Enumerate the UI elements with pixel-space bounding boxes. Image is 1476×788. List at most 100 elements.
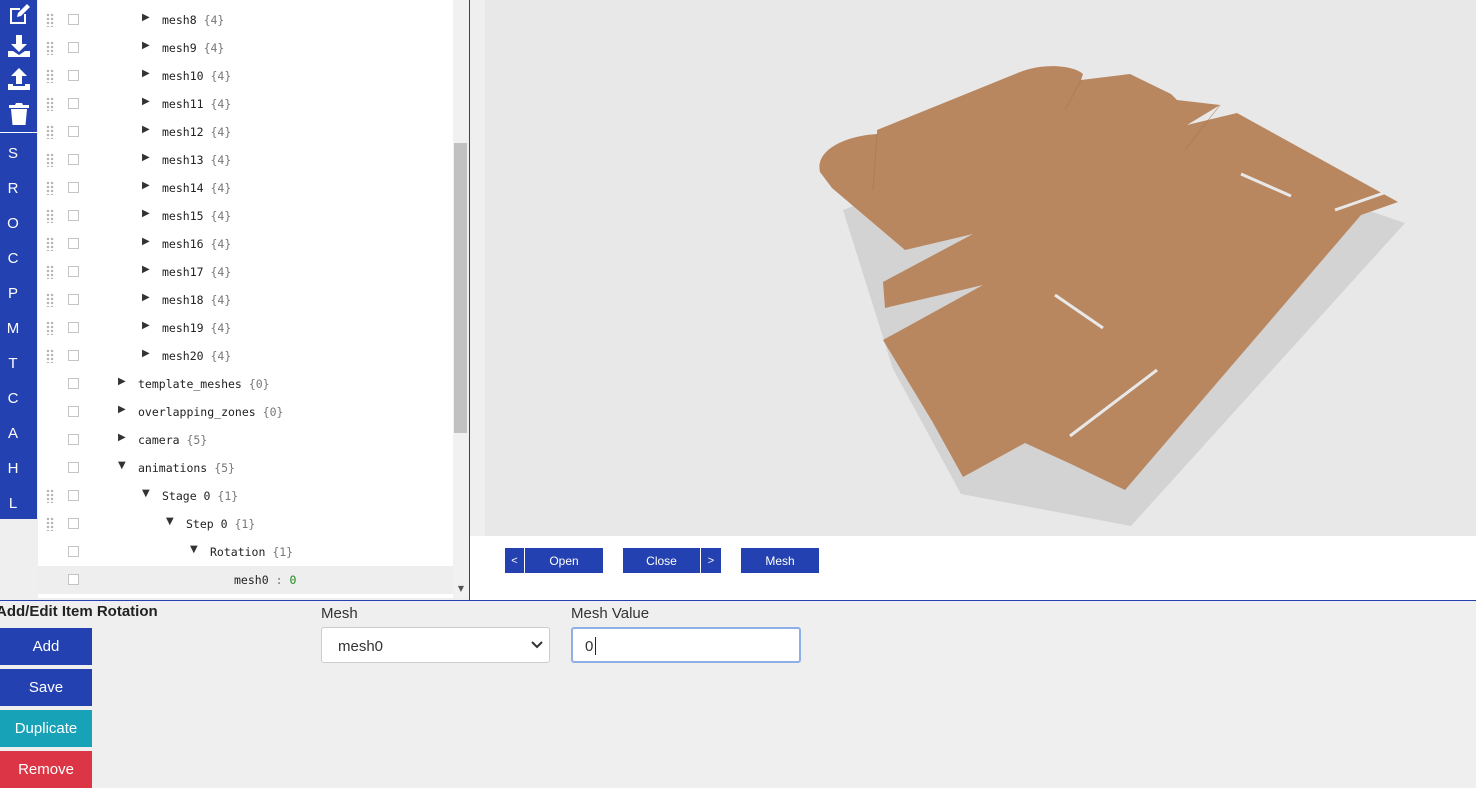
tree-row[interactable]: ▶ mesh18 {4} <box>38 286 453 314</box>
tree-row[interactable]: ▶ mesh15 {4} <box>38 202 453 230</box>
expand-arrow-icon[interactable]: ▶ <box>118 432 126 443</box>
remove-button[interactable]: Remove <box>0 751 92 788</box>
trash-icon[interactable] <box>0 99 37 129</box>
expand-arrow-icon[interactable]: ▶ <box>142 124 150 135</box>
prev-stage-button[interactable]: < <box>505 548 525 573</box>
expand-arrow-icon[interactable]: ▶ <box>142 320 150 331</box>
upload-icon[interactable] <box>0 64 37 94</box>
tree-row[interactable]: ▶ overlapping_zones {0} <box>38 398 453 426</box>
scroll-down-arrow-icon[interactable]: ▼ <box>453 582 469 596</box>
tree-row[interactable]: ▶ mesh19 {4} <box>38 314 453 342</box>
drag-handle-icon[interactable] <box>46 321 54 335</box>
tree-checkbox[interactable] <box>68 154 79 165</box>
scrollbar-thumb[interactable] <box>454 143 467 433</box>
tree-checkbox[interactable] <box>68 126 79 137</box>
expand-arrow-icon[interactable]: ▶ <box>142 68 150 79</box>
drag-handle-icon[interactable] <box>46 517 54 531</box>
tree-checkbox[interactable] <box>68 238 79 249</box>
tree-checkbox[interactable] <box>68 14 79 25</box>
tree-row[interactable]: ▶ mesh12 {4} <box>38 118 453 146</box>
tree-row[interactable]: ▶ mesh20 {4} <box>38 342 453 370</box>
drag-handle-icon[interactable] <box>46 69 54 83</box>
tree-checkbox[interactable] <box>68 98 79 109</box>
close-button[interactable]: Close <box>623 548 701 573</box>
drag-handle-icon[interactable] <box>46 153 54 167</box>
tree-checkbox[interactable] <box>68 462 79 473</box>
tree-row-selected[interactable]: mesh0 : 0 <box>38 566 453 594</box>
collapse-arrow-icon[interactable]: ▼ <box>166 516 174 527</box>
open-button[interactable]: Open <box>525 548 603 573</box>
expand-arrow-icon[interactable]: ▶ <box>142 152 150 163</box>
collapse-arrow-icon[interactable]: ▼ <box>118 460 126 471</box>
rail-letter-l[interactable]: L <box>0 495 26 512</box>
expand-arrow-icon[interactable]: ▶ <box>142 292 150 303</box>
tree-row[interactable]: ▶ mesh10 {4} <box>38 62 453 90</box>
drag-handle-icon[interactable] <box>46 125 54 139</box>
expand-arrow-icon[interactable]: ▶ <box>142 208 150 219</box>
rail-letter-c2[interactable]: C <box>0 390 26 407</box>
tree-row[interactable]: ▼ Step 0 {1} <box>38 510 453 538</box>
tree-row[interactable]: ▶ camera {5} <box>38 426 453 454</box>
drag-handle-icon[interactable] <box>46 489 54 503</box>
tree-checkbox[interactable] <box>68 378 79 389</box>
tree-row[interactable]: ▶ mesh9 {4} <box>38 34 453 62</box>
rail-letter-h[interactable]: H <box>0 460 26 477</box>
drag-handle-icon[interactable] <box>46 293 54 307</box>
3d-viewport[interactable] <box>485 0 1476 536</box>
mesh-value-input[interactable]: 0 <box>571 627 801 663</box>
tree-row[interactable]: ▶ mesh14 {4} <box>38 174 453 202</box>
drag-handle-icon[interactable] <box>46 265 54 279</box>
rail-letter-m[interactable]: M <box>0 320 26 337</box>
expand-arrow-icon[interactable]: ▶ <box>142 40 150 51</box>
tree-checkbox[interactable] <box>68 574 79 585</box>
tree-checkbox[interactable] <box>68 322 79 333</box>
tree-row[interactable]: ▼ Rotation {1} <box>38 538 453 566</box>
tree-row[interactable]: ▶ mesh16 {4} <box>38 230 453 258</box>
download-icon[interactable] <box>0 31 37 61</box>
mesh-select[interactable]: mesh0 <box>321 627 550 663</box>
expand-arrow-icon[interactable]: ▶ <box>142 236 150 247</box>
duplicate-button[interactable]: Duplicate <box>0 710 92 747</box>
expand-arrow-icon[interactable]: ▶ <box>142 96 150 107</box>
expand-arrow-icon[interactable]: ▶ <box>142 12 150 23</box>
drag-handle-icon[interactable] <box>46 41 54 55</box>
next-stage-button[interactable]: > <box>701 548 721 573</box>
tree-checkbox[interactable] <box>68 350 79 361</box>
collapse-arrow-icon[interactable]: ▼ <box>142 488 150 499</box>
expand-arrow-icon[interactable]: ▶ <box>118 376 126 387</box>
expand-arrow-icon[interactable]: ▶ <box>142 180 150 191</box>
tree-checkbox[interactable] <box>68 266 79 277</box>
tree-checkbox[interactable] <box>68 434 79 445</box>
tree-row[interactable]: ▶ mesh11 {4} <box>38 90 453 118</box>
tree-row[interactable]: ▶ mesh13 {4} <box>38 146 453 174</box>
tree-checkbox[interactable] <box>68 182 79 193</box>
tree-checkbox[interactable] <box>68 294 79 305</box>
rail-letter-o[interactable]: O <box>0 215 26 232</box>
tree-row[interactable]: ▶ mesh17 {4} <box>38 258 453 286</box>
rail-letter-a[interactable]: A <box>0 425 26 442</box>
drag-handle-icon[interactable] <box>46 181 54 195</box>
expand-arrow-icon[interactable]: ▶ <box>118 404 126 415</box>
tree-scrollbar[interactable]: ▼ <box>453 0 469 598</box>
tree-row[interactable]: ▶ mesh8 {4} <box>38 6 453 34</box>
rail-letter-r[interactable]: R <box>0 180 26 197</box>
tree-row[interactable]: ▼ animations {5} <box>38 454 453 482</box>
collapse-arrow-icon[interactable]: ▼ <box>190 544 198 555</box>
save-button[interactable]: Save <box>0 669 92 706</box>
edit-icon[interactable] <box>0 0 37 30</box>
tree-checkbox[interactable] <box>68 518 79 529</box>
rail-letter-c[interactable]: C <box>0 250 26 267</box>
tree-checkbox[interactable] <box>68 406 79 417</box>
expand-arrow-icon[interactable]: ▶ <box>142 348 150 359</box>
tree-checkbox[interactable] <box>68 490 79 501</box>
tree-checkbox[interactable] <box>68 210 79 221</box>
drag-handle-icon[interactable] <box>46 13 54 27</box>
tree-checkbox[interactable] <box>68 546 79 557</box>
drag-handle-icon[interactable] <box>46 97 54 111</box>
drag-handle-icon[interactable] <box>46 237 54 251</box>
add-button[interactable]: Add <box>0 628 92 665</box>
tree-row[interactable]: ▶ template_meshes {0} <box>38 370 453 398</box>
drag-handle-icon[interactable] <box>46 349 54 363</box>
tree-checkbox[interactable] <box>68 42 79 53</box>
rail-letter-p[interactable]: P <box>0 285 26 302</box>
